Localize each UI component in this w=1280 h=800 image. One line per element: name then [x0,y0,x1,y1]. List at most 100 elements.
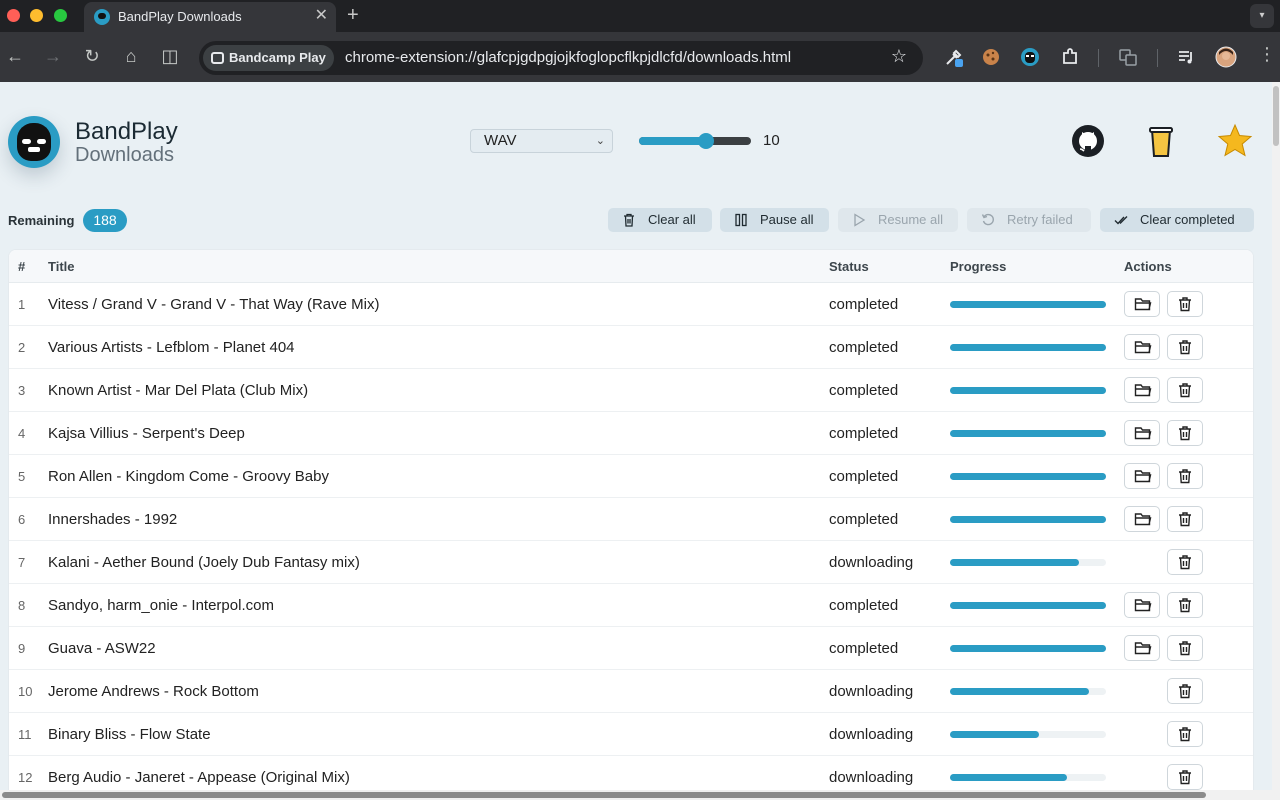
progress-fill [950,559,1080,566]
open-folder-button[interactable] [1124,463,1160,489]
translate-icon[interactable] [1118,47,1138,67]
table-row: 1 Vitess / Grand V - Grand V - That Way (… [9,283,1253,326]
progress-bar [950,516,1106,523]
progress-bar [950,688,1106,695]
resume-all-button[interactable]: Resume all [838,208,958,232]
concurrency-slider[interactable] [639,133,751,149]
media-controls-icon[interactable] [1176,47,1196,67]
open-folder-button[interactable] [1124,506,1160,532]
vertical-scrollbar[interactable] [1272,82,1280,800]
delete-button[interactable] [1167,721,1203,747]
trash-icon [624,213,634,227]
delete-button[interactable] [1167,549,1203,575]
tab-close-icon[interactable]: ✕ [315,7,328,25]
row-number: 4 [18,426,26,441]
reload-button[interactable]: ↻ [81,46,103,66]
downloads-page: BandPlay Downloads WAV ⌄ 10 Remaining 18… [0,82,1272,800]
open-folder-button[interactable] [1124,592,1160,618]
delete-button[interactable] [1167,334,1203,360]
format-select[interactable]: WAV ⌄ [470,129,613,153]
back-button[interactable]: ← [4,46,26,66]
star-rate-icon[interactable] [1216,122,1254,160]
open-folder-button[interactable] [1124,420,1160,446]
buy-me-a-coffee-icon[interactable] [1142,122,1180,160]
browser-tab[interactable]: BandPlay Downloads ✕ [84,2,336,32]
vertical-scrollbar-thumb[interactable] [1273,86,1279,146]
delete-button[interactable] [1167,291,1203,317]
cookie-extension-icon[interactable] [981,47,1001,67]
open-folder-button[interactable] [1124,377,1160,403]
clear-all-button[interactable]: Clear all [608,208,712,232]
delete-button[interactable] [1167,764,1203,790]
clear-completed-button[interactable]: Clear completed [1100,208,1254,232]
open-folder-button[interactable] [1124,291,1160,317]
url-text[interactable]: chrome-extension://glafcpjgdpgjojkfoglop… [345,49,791,66]
pause-icon [735,213,747,227]
tab-search-button[interactable]: ▾ [1250,4,1274,28]
table-row: 8 Sandyo, harm_onie - Interpol.com complet… [9,584,1253,627]
delete-button[interactable] [1167,506,1203,532]
split-view-button[interactable]: ◫ [159,46,181,66]
address-bar[interactable]: Bandcamp Play chrome-extension://glafcpj… [199,41,923,75]
progress-bar [950,602,1106,609]
delete-button[interactable] [1167,420,1203,446]
browser-menu-button[interactable]: ⋮ [1256,44,1278,64]
new-tab-button[interactable]: + [347,4,359,27]
retry-failed-button[interactable]: Retry failed [967,208,1091,232]
table-row: 5 Ron Allen - Kingdom Come - Groovy Baby c… [9,455,1253,498]
retry-icon [981,213,994,226]
remaining-label: Remaining [8,213,75,228]
site-chip-label: Bandcamp Play [229,50,326,65]
close-window-button[interactable] [7,9,20,22]
delete-button[interactable] [1167,592,1203,618]
table-row: 9 Guava - ASW22 completed [9,627,1253,670]
row-title: Ron Allen - Kingdom Come - Groovy Baby [48,468,329,485]
row-title: Guava - ASW22 [48,640,156,657]
row-number: 2 [18,340,26,355]
row-status: completed [829,468,899,485]
pause-all-button[interactable]: Pause all [720,208,829,232]
row-title: Jerome Andrews - Rock Bottom [48,683,259,700]
eyedropper-extension-icon[interactable] [944,47,964,67]
concurrency-value: 10 [763,132,780,149]
delete-button[interactable] [1167,635,1203,661]
progress-fill [950,430,1106,437]
delete-button[interactable] [1167,678,1203,704]
home-button[interactable]: ⌂ [120,46,142,66]
bookmark-star-icon[interactable]: ☆ [891,46,907,67]
table-row: 2 Various Artists - Lefblom - Planet 404 c… [9,326,1253,369]
bandplay-extension-icon[interactable] [1020,47,1040,67]
page-title: Downloads [75,144,174,166]
open-folder-button[interactable] [1124,334,1160,360]
progress-bar [950,344,1106,351]
toolbar-divider [1098,49,1099,67]
progress-bar [950,387,1106,394]
minimize-window-button[interactable] [30,9,43,22]
delete-button[interactable] [1167,377,1203,403]
horizontal-scrollbar-thumb[interactable] [2,792,1206,798]
open-folder-button[interactable] [1124,635,1160,661]
table-row: 4 Kajsa Villius - Serpent's Deep completed [9,412,1253,455]
row-number: 8 [18,598,26,613]
row-title: Binary Bliss - Flow State [48,726,211,743]
slider-thumb[interactable] [698,133,715,149]
github-icon[interactable] [1069,122,1107,160]
delete-button[interactable] [1167,463,1203,489]
clear-all-label: Clear all [648,212,696,227]
mask-icon [17,123,51,161]
table-row: 11 Binary Bliss - Flow State downloading [9,713,1253,756]
row-number: 9 [18,641,26,656]
row-status: completed [829,339,899,356]
zoom-window-button[interactable] [54,9,67,22]
progress-fill [950,731,1039,738]
horizontal-scrollbar[interactable] [0,790,1272,800]
extension-page-icon [211,52,224,64]
progress-fill [950,387,1106,394]
forward-button[interactable]: → [42,46,64,66]
toolbar-divider [1157,49,1158,67]
site-info-chip[interactable]: Bandcamp Play [203,45,334,71]
row-number: 3 [18,383,26,398]
extensions-puzzle-icon[interactable] [1060,47,1080,67]
progress-fill [950,473,1106,480]
profile-avatar[interactable] [1215,46,1237,68]
